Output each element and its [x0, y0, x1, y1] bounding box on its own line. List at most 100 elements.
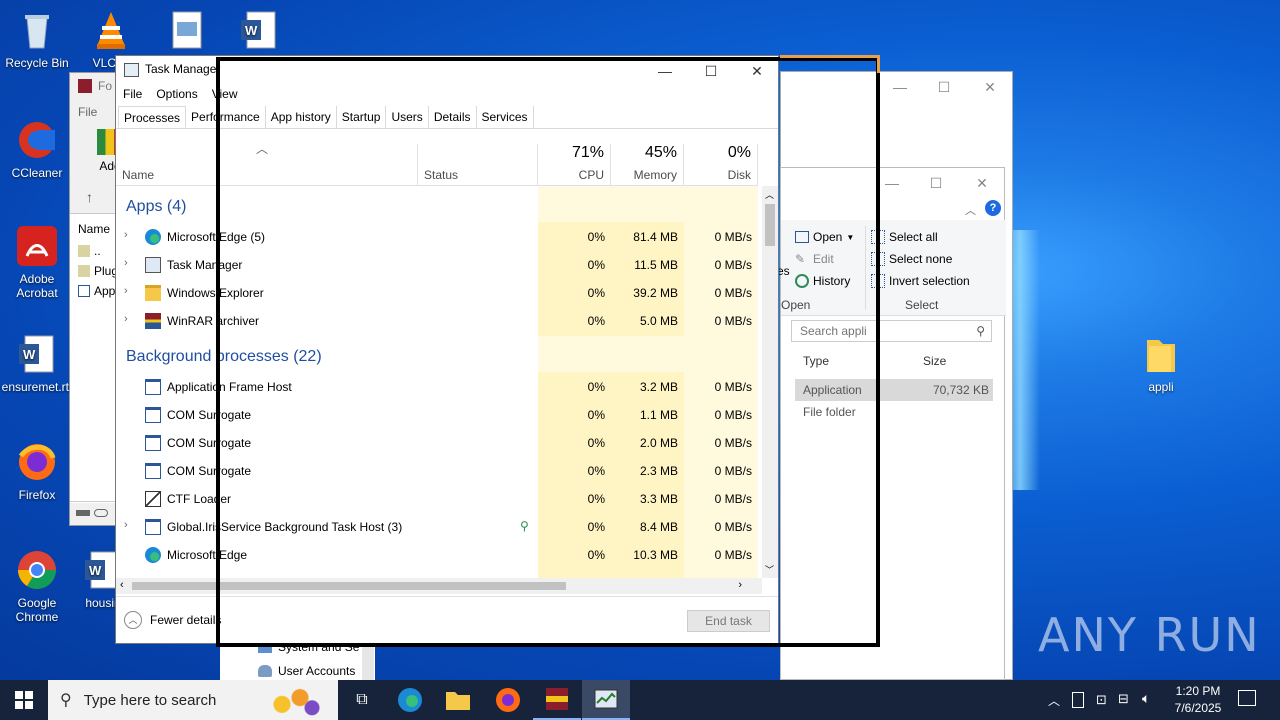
column-header-memory[interactable]: 45% Memory — [611, 144, 684, 186]
taskbar-firefox[interactable] — [484, 680, 532, 720]
table-row[interactable]: COM Surrogate 0% 1.1 MB 0 MB/s — [116, 401, 758, 429]
table-row[interactable]: › Task Manager 0% 11.5 MB 0 MB/s — [116, 251, 758, 279]
tab-app-history[interactable]: App history — [266, 106, 337, 128]
column-name[interactable]: Name — [78, 222, 110, 236]
desktop-icon-firefox[interactable]: Firefox — [0, 440, 74, 502]
minimize-icon[interactable]: — — [877, 72, 923, 102]
taskbar-search[interactable]: ⚲ Type here to search — [48, 680, 338, 720]
select-all-button[interactable]: Select all — [871, 230, 938, 244]
help-icon[interactable]: ? — [985, 200, 1001, 216]
tab-performance[interactable]: Performance — [186, 106, 266, 128]
title-bar[interactable]: Task Manager — ☐ ✕ — [116, 56, 778, 86]
list-item[interactable]: App — [78, 284, 115, 298]
table-row[interactable]: CTF Loader 0% 3.3 MB 0 MB/s — [116, 485, 758, 513]
table-row[interactable]: › Windows Explorer 0% 39.2 MB 0 MB/s — [116, 279, 758, 307]
desktop-icon-chrome[interactable]: Google Chrome — [0, 548, 74, 624]
tab-services[interactable]: Services — [477, 106, 534, 128]
column-header-status[interactable]: Status — [418, 144, 538, 186]
scroll-right-icon[interactable]: › — [738, 579, 742, 591]
chevron-up-icon[interactable]: ︿ — [1048, 692, 1060, 709]
list-item[interactable]: .. — [78, 244, 101, 258]
minimize-icon[interactable]: — — [642, 56, 688, 86]
minimize-icon[interactable]: — — [869, 168, 915, 198]
appli-folder-window[interactable]: — ☐ ✕ ︿ ? es Open ▼ ✎ Edit History Open — [777, 167, 1006, 680]
desktop-icon-recycle-bin[interactable]: Recycle Bin — [0, 8, 74, 70]
select-none-button[interactable]: Select none — [871, 252, 952, 266]
tab-users[interactable]: Users — [386, 106, 429, 128]
chevron-right-icon[interactable]: › — [124, 285, 128, 297]
chevron-right-icon[interactable]: › — [124, 519, 128, 531]
table-row[interactable]: › WinRAR archiver 0% 5.0 MB 0 MB/s — [116, 307, 758, 335]
desktop-icon-acrobat[interactable]: Adobe Acrobat — [0, 224, 74, 300]
tab-startup[interactable]: Startup — [337, 106, 387, 128]
history-button[interactable]: History — [795, 274, 850, 288]
table-row[interactable]: Application Frame Host 0% 3.2 MB 0 MB/s — [116, 373, 758, 401]
group-background-processes[interactable]: Background processes (22) — [126, 348, 322, 366]
end-task-button[interactable]: End task — [687, 610, 770, 632]
start-button[interactable] — [0, 680, 48, 720]
taskbar-task-manager[interactable] — [582, 680, 630, 720]
taskbar-winrar[interactable] — [533, 680, 581, 720]
column-header-disk[interactable]: 0% Disk — [684, 144, 758, 186]
column-header-cpu[interactable]: 71% CPU — [538, 144, 611, 186]
edit-button[interactable]: ✎ Edit — [795, 252, 834, 266]
invert-selection-button[interactable]: Invert selection — [871, 274, 970, 288]
volume-icon[interactable]: 🔈︎ — [1142, 690, 1150, 707]
desktop-icon-ensuremet[interactable]: W ensuremet.rtf — [0, 332, 74, 394]
menu-view[interactable]: View — [212, 84, 238, 104]
search-input[interactable] — [792, 321, 962, 341]
scroll-down-icon[interactable]: ﹀ — [765, 563, 774, 576]
column-header-name[interactable]: Name — [116, 144, 418, 186]
clock[interactable]: 1:20 PM 7/6/2025 — [1168, 683, 1228, 717]
network-icon[interactable]: ⊡ — [1096, 692, 1107, 708]
maximize-icon[interactable]: ☐ — [688, 56, 734, 86]
task-manager-window[interactable]: Task Manager — ☐ ✕ File Options View Pro… — [115, 55, 779, 644]
up-arrow-icon[interactable]: ↑ — [86, 189, 93, 205]
table-row[interactable]: › Global.IrisService Background Task Host… — [116, 513, 758, 541]
battery-icon[interactable] — [1072, 692, 1084, 708]
chevron-right-icon[interactable]: › — [124, 313, 128, 325]
desktop-icon-ccleaner[interactable]: CCleaner — [0, 118, 74, 180]
table-row[interactable]: Application 70,732 KB — [795, 379, 993, 401]
desktop-icon-appli[interactable]: appli — [1124, 332, 1198, 394]
table-row[interactable]: File folder — [795, 401, 993, 423]
wifi-icon[interactable]: ⊟ — [1118, 691, 1129, 707]
maximize-icon[interactable]: ☐ — [921, 72, 967, 102]
tab-processes[interactable]: Processes — [118, 106, 187, 128]
scroll-thumb-horizontal[interactable] — [132, 582, 566, 590]
search-box[interactable]: ⚲ — [791, 320, 992, 342]
scroll-up-icon[interactable]: ︿ — [765, 188, 774, 201]
chevron-right-icon[interactable]: › — [124, 257, 128, 269]
vertical-scrollbar[interactable]: ︿ ﹀ — [762, 186, 778, 578]
scroll-thumb[interactable] — [765, 204, 775, 246]
menu-file[interactable]: File — [123, 84, 142, 104]
tab-details[interactable]: Details — [429, 106, 477, 128]
table-row[interactable]: COM Surrogate 0% 2.3 MB 0 MB/s — [116, 457, 758, 485]
notifications-icon[interactable] — [1238, 690, 1256, 706]
menu-options[interactable]: Options — [156, 84, 197, 104]
group-apps[interactable]: Apps (4) — [126, 198, 186, 216]
taskbar-file-explorer[interactable] — [434, 680, 482, 720]
list-item[interactable]: Plug — [78, 264, 118, 278]
maximize-icon[interactable]: ☐ — [913, 168, 959, 198]
open-button[interactable]: Open ▼ — [795, 230, 854, 244]
chevron-right-icon[interactable]: › — [124, 229, 128, 241]
close-icon[interactable]: ✕ — [967, 72, 1013, 102]
nav-item-user-accounts[interactable]: User Accounts — [258, 664, 355, 678]
table-row[interactable]: Microsoft Edge 0% 10.3 MB 0 MB/s — [116, 541, 758, 569]
fewer-details-button[interactable]: ︿ Fewer details — [124, 611, 221, 629]
close-icon[interactable]: ✕ — [959, 168, 1005, 198]
taskbar-edge[interactable] — [386, 680, 434, 720]
desktop-icon-word[interactable]: W — [222, 8, 296, 56]
table-row[interactable]: COM Surrogate 0% 2.0 MB 0 MB/s — [116, 429, 758, 457]
horizontal-scrollbar[interactable]: ‹ › — [116, 578, 762, 594]
menu-file[interactable]: File — [78, 105, 97, 119]
chevron-up-icon[interactable]: ︿ — [965, 202, 976, 218]
scroll-left-icon[interactable]: ‹ — [120, 579, 124, 591]
column-type[interactable]: Type — [803, 354, 829, 368]
table-row[interactable]: › Microsoft Edge (5) 0% 81.4 MB 0 MB/s — [116, 223, 758, 251]
column-size[interactable]: Size — [923, 354, 946, 368]
task-view-button[interactable]: ⧉ — [338, 680, 386, 720]
close-icon[interactable]: ✕ — [734, 56, 780, 86]
desktop-icon-image[interactable] — [150, 8, 224, 56]
